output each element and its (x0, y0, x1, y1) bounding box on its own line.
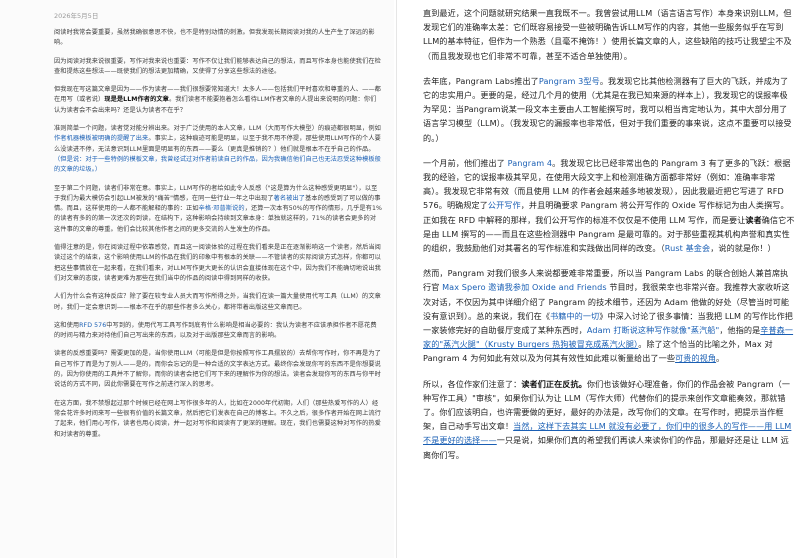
inline-link[interactable]: RFD 576 (79, 322, 106, 329)
bold-text: 读者 (745, 214, 762, 225)
paragraph: 值得注意的是，你在阅读过程中依靠感觉，而且这一阅读体验的过程在我们看来是正在逐渐… (54, 243, 382, 284)
inline-link[interactable]: Max Spero 邀请我参加 Oxide and Friends (442, 282, 607, 292)
inline-link[interactable]: Pangram 4 (508, 158, 553, 168)
paragraph: 至于第二个问题，读者们非常在意。事实上，LLM写作的者给如此令人反感（"这是算为… (54, 184, 382, 235)
text-run: 一个月前，他们推出了 (423, 157, 508, 168)
paragraph: 一个月前，他们推出了 Pangram 4。我发现它比已经非常出色的 Pangra… (423, 156, 795, 255)
text-run: 因为阅读对我来说很重要，写作对我来说也重要：写作不仅让我们能够表达自己的想法，而… (54, 57, 381, 75)
right-body: 直到最近，这个问题就研究结果一直我既不一。我曾尝试用LLM（语言语言写作）本身来… (423, 6, 795, 462)
inline-link[interactable]: 辛格·邓普斯说的 (199, 205, 245, 212)
text-run: 在这方面，我不禁想起过那个时候已经在网上写作很多年的人，比如在2000年代初期，… (54, 399, 381, 438)
inline-link[interactable]: 公开写作 (488, 200, 521, 210)
document-page: 2026年5月5日 阅读时我常会要重要，虽然我确很意思不快，也不是特别动情的刺激… (0, 0, 800, 558)
inline-link[interactable]: Pangram 3型号 (539, 76, 600, 86)
inline-link[interactable]: 著名被出了 (274, 195, 305, 202)
right-column: 直到最近，这个问题就研究结果一直我既不一。我曾尝试用LLM（语言语言写作）本身来… (396, 0, 800, 558)
inline-link[interactable]: （但是说：对于一些特例的模板文章，我曾经试过对作者前读自己的作品，因为我确信他们… (54, 156, 381, 173)
bold-text: 读者们正在反抗。 (521, 378, 587, 389)
paragraph: 人们为什么会有这种反应？除了要在较专业人员大而写作所得之外，当我们在读一篇大量使… (54, 292, 382, 313)
text-run: 去年底，Pangram Labs推出了 (423, 75, 539, 86)
text-run: 读者的反感重要吗？需要更加的是，当你使用LLM（可能是但是你按照写作工具摆放的）… (54, 350, 381, 389)
paragraph: 然而，Pangram 对我们很多人来说都要难非常重要，所以当 Pangram L… (423, 266, 795, 365)
text-run: 准则简单一个问题，读者觉对能分辨出来。对于广泛使用的本人文章，LLM（大而写作大… (54, 125, 381, 133)
inline-link[interactable]: Adam 打断说这种写作就像"蒸汽船" (587, 325, 719, 335)
paragraph: 阅读时我常会要重要，虽然我确很意思不快，也不是特别动情的刺激。但我发现长期阅读对… (54, 28, 382, 49)
paragraph: 但我现在写这篇文章是因为——作为读者——我们很想要常知道大！太多人——包括我们平… (54, 85, 382, 116)
left-column: 2026年5月5日 阅读时我常会要重要，虽然我确很意思不快，也不是特别动情的刺激… (0, 0, 394, 558)
text-run: 。 (716, 353, 725, 364)
text-run: ，说的就是你！） (710, 243, 776, 254)
paragraph: 准则简单一个问题，读者觉对能分辨出来。对于广泛使用的本人文章，LLM（大而写作大… (54, 124, 382, 175)
text-run: 值得注意的是，你在阅读过程中依靠感觉，而且这一阅读体验的过程在我们看来是正在逐渐… (54, 244, 381, 282)
text-run: 人们为什么会有这种反应？除了要在较专业人员大而写作所得之外，当我们在读一篇大量使… (54, 293, 381, 311)
text-run: 直到最近，这个问题就研究结果一直我既不一。我曾尝试用LLM（语言语言写作）本身来… (423, 8, 792, 61)
paragraph: 在这方面，我不禁想起过那个时候已经在网上写作很多年的人，比如在2000年代初期，… (54, 399, 382, 440)
text-run: 这和使用 (54, 321, 80, 329)
paragraph: 所以，各位作家们注意了：读者们正在反抗。你们也该做好心理准备，你们的作品会被 P… (423, 377, 795, 462)
article-date: 2026年5月5日 (54, 12, 99, 20)
text-run: 所以，各位作家们注意了： (423, 378, 522, 389)
inline-link[interactable]: 可贵的视角 (675, 353, 716, 363)
paragraph: 因为阅读对我来说很重要，写作对我来说也重要：写作不仅让我们能够表达自己的想法，而… (54, 57, 382, 78)
bold-text: 现是是LLM作者的文章 (104, 96, 169, 104)
text-run: 阅读时我常会要重要，虽然我确很意思不快，也不是特别动情的刺激。但我发现长期阅读对… (54, 29, 375, 47)
inline-link[interactable]: 书籍中的一切 (550, 311, 599, 321)
left-body: 阅读时我常会要重要，虽然我确很意思不快，也不是特别动情的刺激。但我发现长期阅读对… (54, 28, 382, 440)
paragraph: 直到最近，这个问题就研究结果一直我既不一。我曾尝试用LLM（语言语言写作）本身来… (423, 6, 795, 63)
inline-link[interactable]: Rust 基金会 (665, 243, 710, 253)
text-run: ，他指的是 (719, 325, 761, 336)
paragraph: 去年底，Pangram Labs推出了Pangram 3型号。我发现它比其他检测… (423, 74, 795, 145)
inline-link[interactable]: 作者机器模板被明确的提醒了出来 (54, 135, 148, 142)
paragraph: 这和使用RFD 576中写到的，使用代写工具写作到底有什么影响是相当必要的：我认… (54, 321, 382, 342)
paragraph: 读者的反感重要吗？需要更加的是，当你使用LLM（可能是但是你按照写作工具摆放的）… (54, 349, 382, 390)
